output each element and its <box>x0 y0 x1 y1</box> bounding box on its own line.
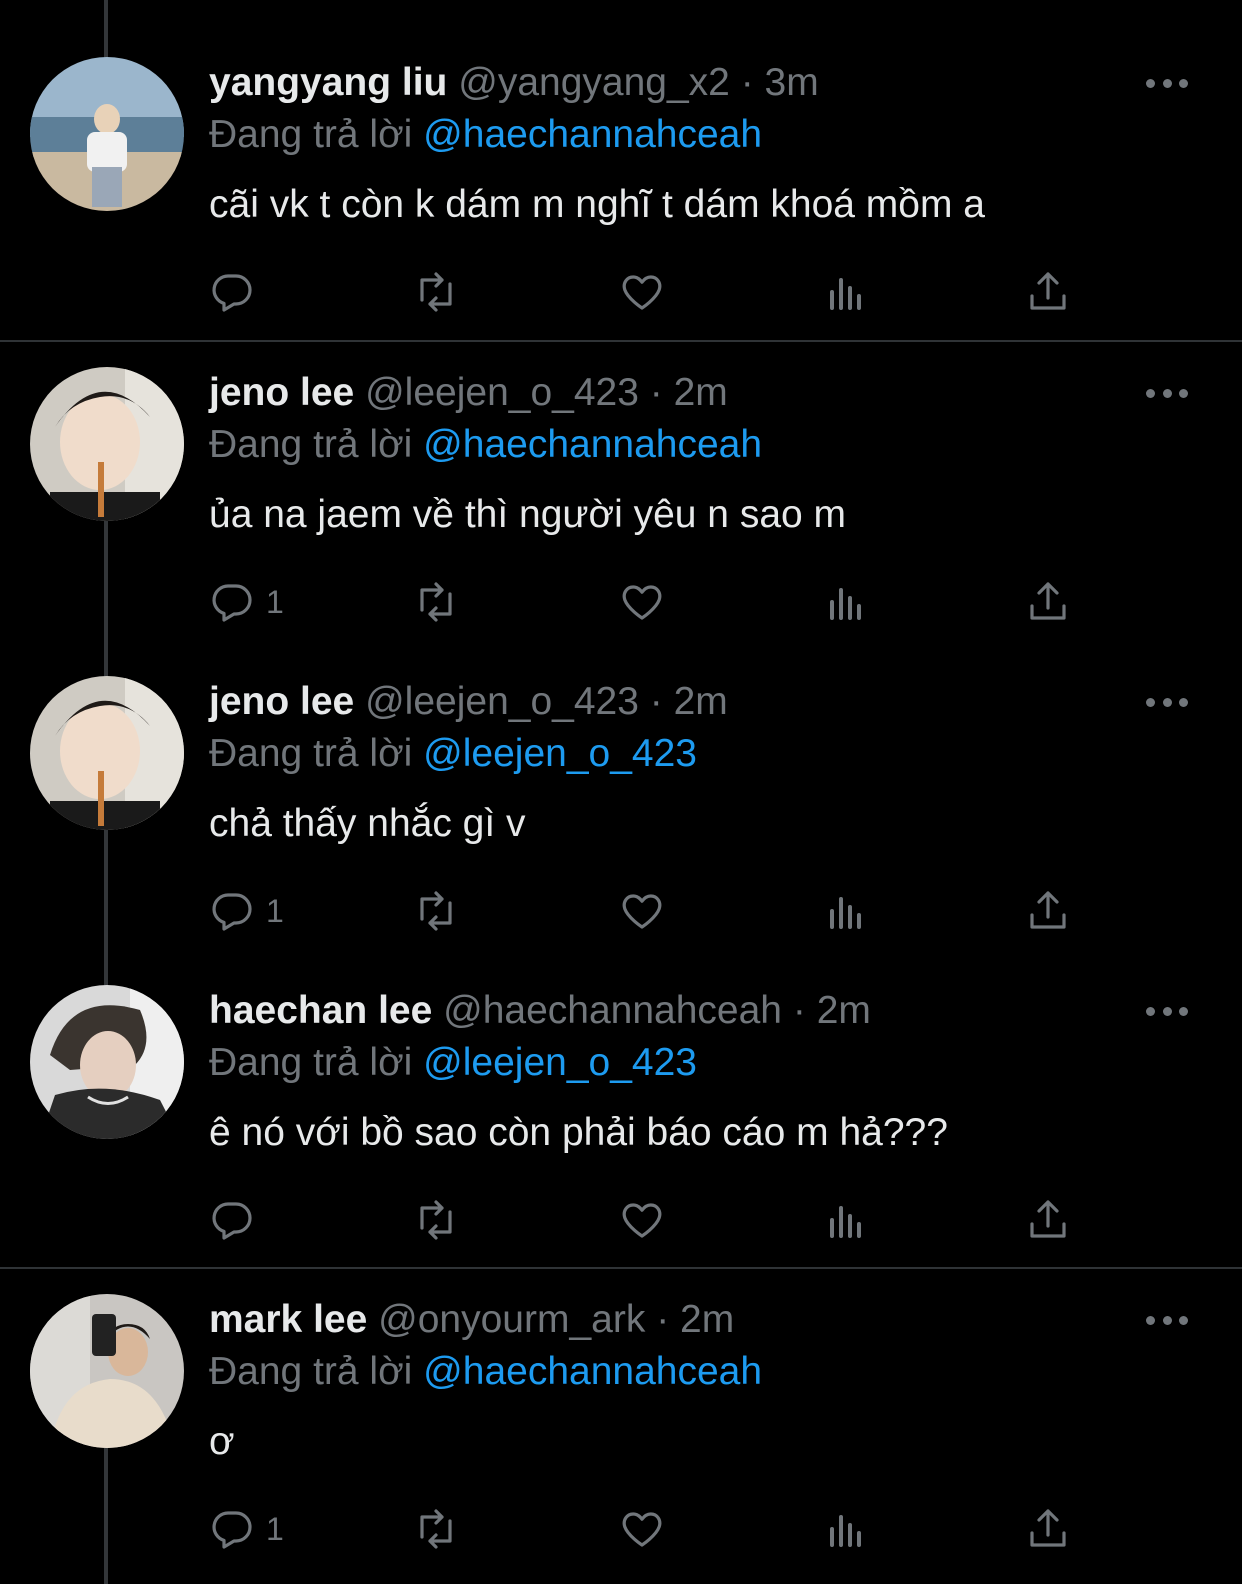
replying-to: Đang trả lời @leejen_o_423 <box>209 729 697 779</box>
tweet-header: haechan lee @haechannahceah · 2m <box>209 986 871 1036</box>
timestamp[interactable]: 2m <box>674 680 728 723</box>
retweet-icon <box>420 1509 452 1549</box>
tweet-header: yangyang liu @yangyang_x2 · 3m <box>209 58 819 108</box>
user-handle[interactable]: @haechannahceah <box>443 989 782 1032</box>
heart-icon <box>622 1512 662 1547</box>
separator-dot: · <box>792 989 806 1032</box>
share-button[interactable] <box>1024 1499 1072 1559</box>
timestamp[interactable]: 2m <box>674 371 728 414</box>
like-button[interactable] <box>618 1499 666 1559</box>
replying-to: Đang trả lời @haechannahceah <box>209 420 762 470</box>
user-handle[interactable]: @yangyang_x2 <box>458 61 730 104</box>
reply-count: 1 <box>266 1510 284 1547</box>
share-icon <box>1030 1509 1066 1547</box>
tweet-text: ê nó với bồ sao còn phải báo cáo m hả??? <box>209 1111 948 1154</box>
replying-to: Đang trả lời @haechannahceah <box>209 110 762 160</box>
retweet-button[interactable] <box>412 1499 460 1559</box>
separator-dot: · <box>649 371 663 414</box>
action-bar: 1 <box>208 1499 1108 1559</box>
more-icon[interactable] <box>1146 378 1188 408</box>
reply-to-handle[interactable]: @haechannahceah <box>423 113 762 156</box>
more-icon[interactable] <box>1146 68 1188 98</box>
replying-to: Đang trả lời @leejen_o_423 <box>209 1038 697 1088</box>
share-icon <box>1030 272 1066 310</box>
tweet-header: jeno lee @leejen_o_423 · 2m <box>209 677 728 727</box>
retweet-icon <box>420 272 452 312</box>
tweet-text: chả thấy nhắc gì v <box>209 802 526 845</box>
reply-to-handle[interactable]: @leejen_o_423 <box>423 732 697 775</box>
user-handle[interactable]: @leejen_o_423 <box>365 680 639 723</box>
views-icon <box>830 1515 861 1547</box>
display-name[interactable]: jeno lee <box>209 371 354 414</box>
tweet-text: ủa na jaem về thì người yêu n sao m <box>209 493 847 536</box>
more-icon[interactable] <box>1146 996 1188 1026</box>
display-name[interactable]: yangyang liu <box>209 61 447 104</box>
avatar[interactable] <box>30 367 184 521</box>
replying-to-label: Đang trả lời <box>209 732 413 775</box>
avatar[interactable] <box>30 676 184 830</box>
reply-icon <box>212 1511 252 1549</box>
avatar[interactable] <box>30 57 184 211</box>
replying-to-label: Đang trả lời <box>209 1041 413 1084</box>
replying-to-label: Đang trả lời <box>209 113 413 156</box>
timestamp[interactable]: 3m <box>765 61 819 104</box>
separator-dot: · <box>649 680 663 723</box>
tweet-header: mark lee @onyourm_ark · 2m <box>209 1295 734 1345</box>
replying-to-label: Đang trả lời <box>209 1350 413 1393</box>
reply-count: 1 <box>266 583 284 620</box>
avatar[interactable] <box>30 985 184 1139</box>
tweet-header: jeno lee @leejen_o_423 · 2m <box>209 368 728 418</box>
display-name[interactable]: jeno lee <box>209 680 354 723</box>
tweet[interactable]: haechan lee @haechannahceah · 2m Đang tr… <box>0 928 1242 1240</box>
avatar[interactable] <box>30 1294 184 1448</box>
reply-icon <box>212 274 252 312</box>
views-icon <box>830 278 861 310</box>
tweet[interactable]: yangyang liu @yangyang_x2 · 3m Đang trả … <box>0 0 1242 312</box>
reply-to-handle[interactable]: @haechannahceah <box>423 1350 762 1393</box>
tweet-text: cãi vk t còn k dám m nghĩ t dám khoá mồm… <box>209 183 985 226</box>
heart-icon <box>622 275 662 310</box>
timestamp[interactable]: 2m <box>817 989 871 1032</box>
reply-to-handle[interactable]: @leejen_o_423 <box>423 1041 697 1084</box>
display-name[interactable]: haechan lee <box>209 989 432 1032</box>
views-button[interactable] <box>822 1499 870 1559</box>
reply-button[interactable]: 1 <box>208 1499 284 1559</box>
more-icon[interactable] <box>1146 687 1188 717</box>
tweet[interactable]: jeno lee @leejen_o_423 · 2m Đang trả lời… <box>0 310 1242 622</box>
reply-count: 1 <box>266 892 284 929</box>
replying-to: Đang trả lời @haechannahceah <box>209 1347 762 1397</box>
tweet[interactable]: jeno lee @leejen_o_423 · 2m Đang trả lời… <box>0 619 1242 931</box>
separator-dot: · <box>656 1298 670 1341</box>
more-icon[interactable] <box>1146 1305 1188 1335</box>
separator-dot: · <box>740 61 754 104</box>
timestamp[interactable]: 2m <box>680 1298 734 1341</box>
tweet[interactable]: mark lee @onyourm_ark · 2m Đang trả lời … <box>0 1237 1242 1549</box>
tweet-text: ơ <box>209 1420 235 1463</box>
reply-to-handle[interactable]: @haechannahceah <box>423 423 762 466</box>
display-name[interactable]: mark lee <box>209 1298 367 1341</box>
user-handle[interactable]: @onyourm_ark <box>378 1298 645 1341</box>
user-handle[interactable]: @leejen_o_423 <box>365 371 639 414</box>
replying-to-label: Đang trả lời <box>209 423 413 466</box>
